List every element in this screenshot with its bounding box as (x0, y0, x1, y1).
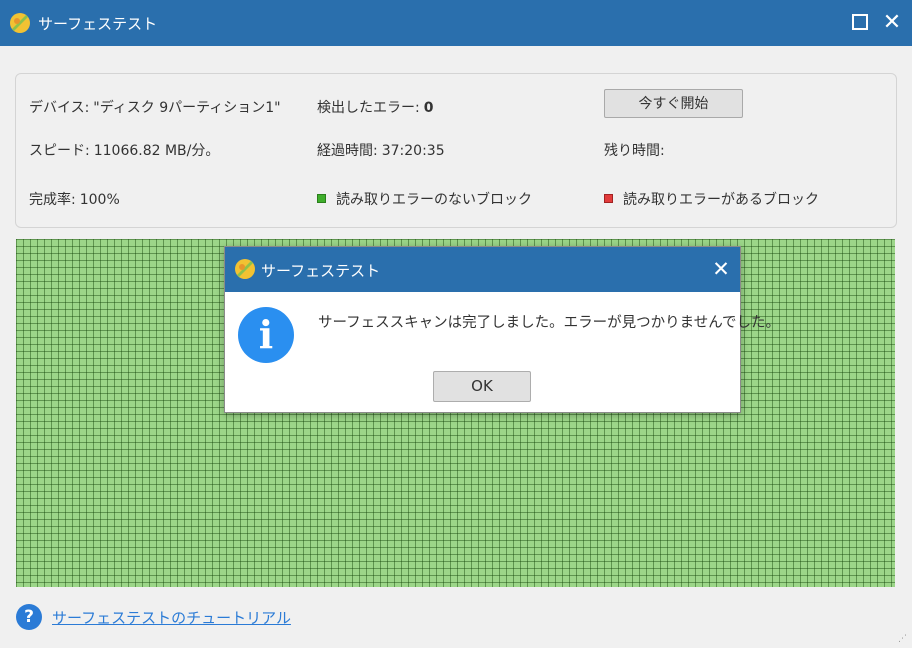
maximize-icon (852, 14, 868, 30)
dialog-titlebar: サーフェステスト ✕ (225, 247, 740, 292)
errors-field: 検出したエラー: 0 (317, 97, 433, 117)
device-value: "ディスク 9パーティション1" (93, 100, 281, 116)
legend-ok: 読み取りエラーのないブロック (317, 189, 532, 209)
completion-field: 完成率: 100% (29, 189, 120, 209)
device-field: デバイス: "ディスク 9パーティション1" (29, 97, 281, 117)
scan-info-panel: デバイス: "ディスク 9パーティション1" 検出したエラー: 0 今すぐ開始 スピ… (15, 73, 897, 228)
remaining-label: 残り時間: (604, 143, 665, 159)
tutorial-link[interactable]: サーフェステストのチュートリアル (52, 607, 291, 628)
close-button[interactable]: ✕ (878, 9, 906, 37)
elapsed-label: 経過時間: (317, 143, 378, 159)
question-circle-icon[interactable]: ? (16, 604, 42, 630)
info-icon: i (238, 307, 294, 363)
ok-button[interactable]: OK (433, 371, 531, 402)
start-now-button[interactable]: 今すぐ開始 (604, 89, 743, 118)
dialog-title: サーフェステスト (261, 262, 381, 280)
window-title: サーフェステスト (38, 15, 158, 33)
errors-label: 検出したエラー: (317, 100, 420, 116)
dialog-message: サーフェススキャンは完了しました。エラーが見つかりませんでした。 (318, 315, 780, 331)
speed-label: スピード: (29, 143, 90, 159)
close-icon: ✕ (882, 10, 902, 35)
green-square-icon (317, 194, 326, 203)
red-square-icon (604, 194, 613, 203)
device-label: デバイス: (29, 100, 90, 116)
errors-value: 0 (423, 100, 434, 116)
legend-ok-label: 読み取りエラーのないブロック (336, 192, 532, 208)
completion-value: 100% (79, 192, 120, 208)
speed-value: 11066.82 MB/分。 (93, 143, 220, 159)
dialog-close-button[interactable]: ✕ (709, 255, 733, 283)
speed-field: スピード: 11066.82 MB/分。 (29, 140, 219, 160)
elapsed-field: 経過時間: 37:20:35 (317, 140, 445, 160)
remaining-field: 残り時間: (604, 140, 669, 160)
resize-grip-icon[interactable]: ⋰ (898, 634, 908, 644)
scan-complete-dialog: サーフェステスト ✕ i サーフェススキャンは完了しました。エラーが見つかりませ… (224, 246, 780, 413)
window-titlebar: サーフェステスト ✕ (0, 0, 912, 46)
elapsed-value: 37:20:35 (381, 143, 445, 159)
app-logo-icon (235, 259, 255, 279)
app-logo-icon (10, 13, 30, 33)
close-icon: ✕ (712, 257, 730, 281)
maximize-button[interactable] (846, 9, 874, 37)
legend-error: 読み取りエラーがあるブロック (604, 189, 819, 209)
legend-error-label: 読み取りエラーがあるブロック (623, 192, 819, 208)
completion-label: 完成率: (29, 192, 76, 208)
